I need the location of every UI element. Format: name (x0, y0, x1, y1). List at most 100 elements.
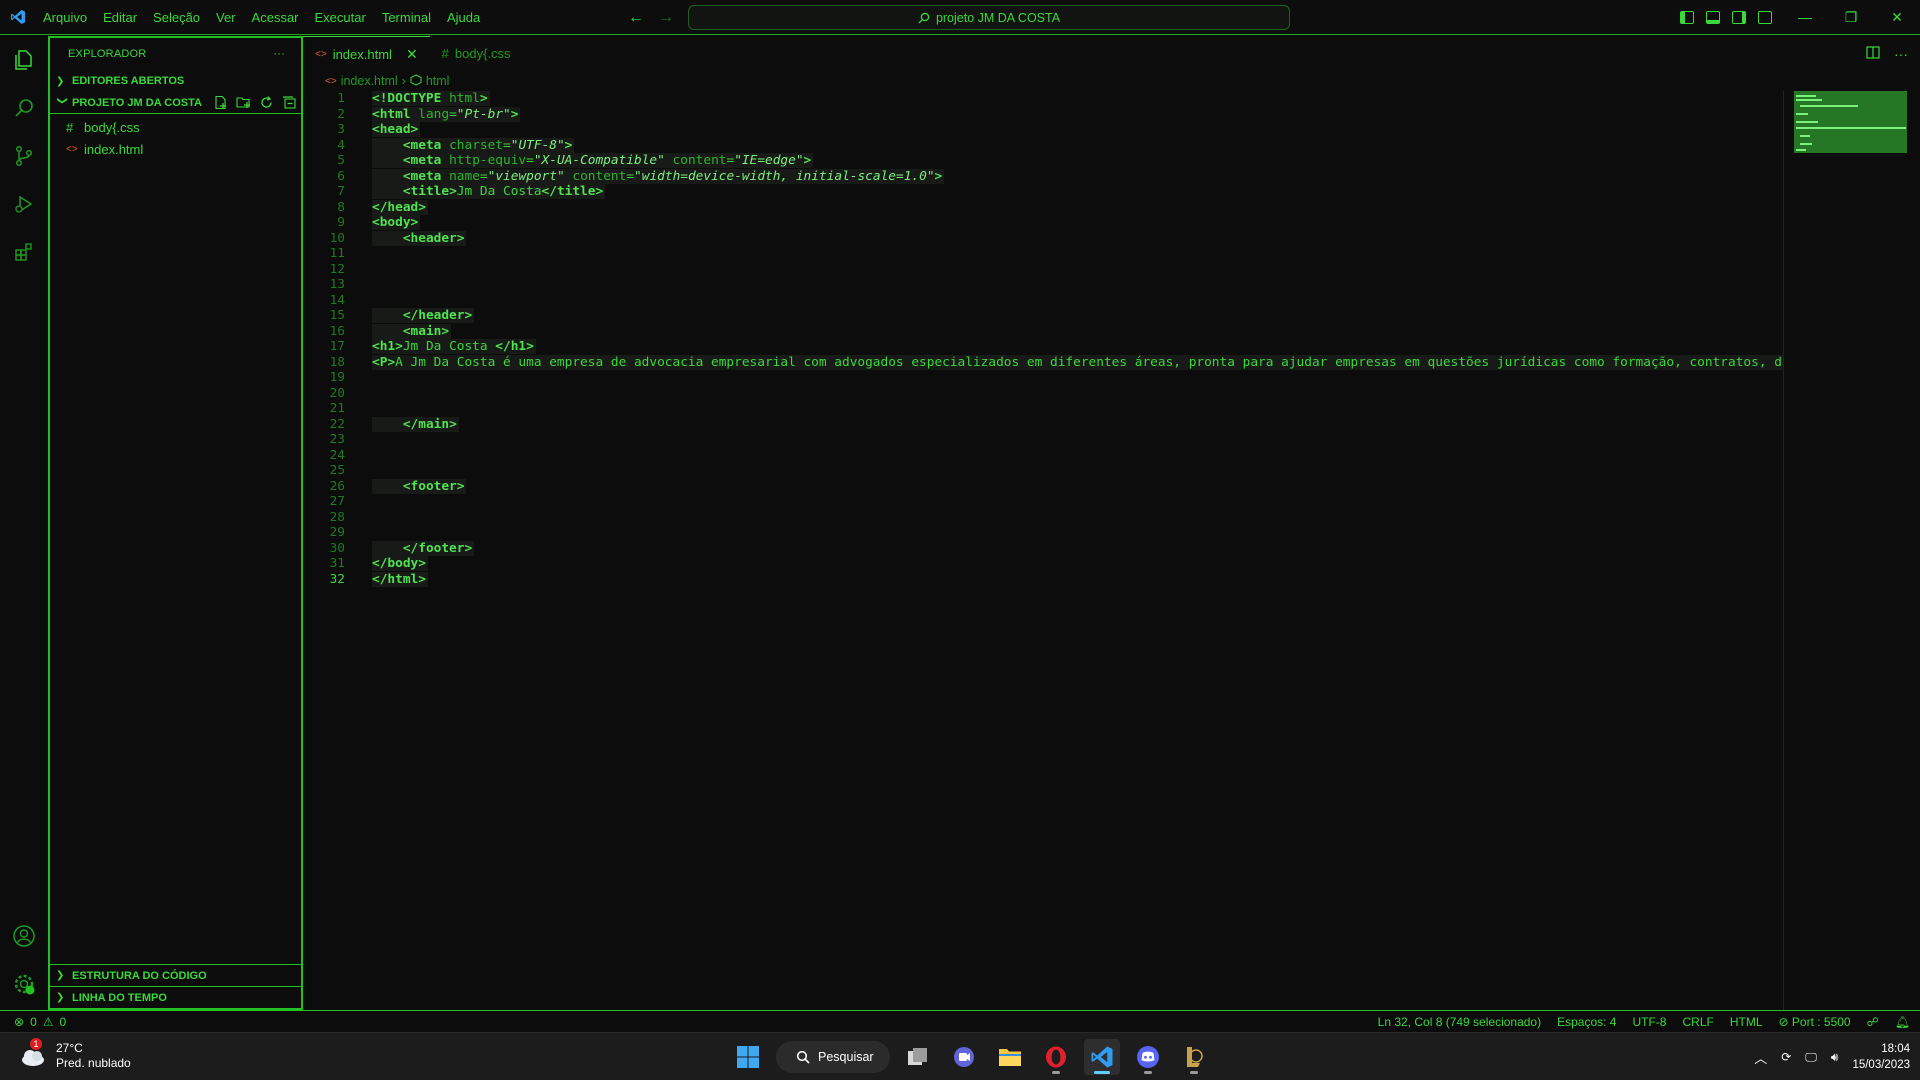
minimap[interactable] (1783, 91, 1920, 1010)
code-line[interactable]: 23 (303, 432, 1783, 448)
code-line[interactable]: 9 <body> (303, 215, 1783, 231)
forward-arrow-icon[interactable]: → (658, 9, 674, 27)
file-item-index-html[interactable]: <> index.html (50, 138, 301, 160)
restore-button[interactable]: ❐ (1828, 0, 1874, 35)
close-tab-icon[interactable]: ✕ (406, 46, 418, 63)
file-explorer-button[interactable] (992, 1039, 1028, 1075)
code-line[interactable]: 3 <head> (303, 122, 1783, 138)
live-server-status[interactable]: ⊘ Port : 5500 (1779, 1015, 1851, 1029)
teams-chat-button[interactable] (946, 1039, 982, 1075)
code-line[interactable]: 2 <html lang="Pt-br"> (303, 106, 1783, 123)
toggle-secondary-sidebar-icon[interactable] (1732, 11, 1746, 24)
project-section[interactable]: ❯ PROJETO JM DA COSTA (50, 92, 301, 114)
menu-item-selecao[interactable]: Seleção (145, 0, 208, 35)
close-window-button[interactable]: ✕ (1874, 0, 1920, 35)
code-line[interactable]: 24 (303, 448, 1783, 464)
cursor-position[interactable]: Ln 32, Col 8 (749 selecionado) (1378, 1015, 1541, 1029)
notifications-bell-icon[interactable]: 🔔︎ (1895, 1015, 1910, 1029)
taskbar-search[interactable]: Pesquisar (776, 1041, 890, 1073)
menu-item-ver[interactable]: Ver (208, 0, 244, 35)
timeline-section[interactable]: ❯ LINHA DO TEMPO (50, 986, 301, 1008)
league-client-button[interactable] (1176, 1039, 1212, 1075)
network-icon[interactable]: 🖵︎ (1805, 1050, 1817, 1065)
indentation[interactable]: Espaços: 4 (1557, 1015, 1616, 1029)
code-line[interactable]: 4 <meta charset="UTF-8"> (303, 137, 1783, 154)
vscode-taskbar-button[interactable] (1084, 1039, 1120, 1075)
code-line[interactable]: 13 (303, 277, 1783, 293)
outline-section[interactable]: ❯ ESTRUTURA DO CÓDIGO (50, 964, 301, 986)
code-line[interactable]: 1 <!DOCTYPE html> (303, 91, 1783, 107)
source-control-icon[interactable] (10, 142, 38, 170)
breadcrumb-node[interactable]: html (426, 74, 450, 88)
breadcrumb-file[interactable]: index.html (341, 74, 398, 88)
start-button[interactable] (730, 1039, 766, 1075)
code-line[interactable]: 12 (303, 262, 1783, 278)
code-line[interactable]: 11 (303, 246, 1783, 262)
toggle-primary-sidebar-icon[interactable] (1680, 11, 1694, 24)
weather-widget[interactable]: 1 27°C Pred. nublado (18, 1038, 131, 1071)
menu-item-ajuda[interactable]: Ajuda (439, 0, 488, 35)
code-line[interactable]: 32 </html> (303, 571, 1783, 588)
file-item-body-css[interactable]: # body{.css (50, 116, 301, 138)
code-line[interactable]: 21 (303, 401, 1783, 417)
feedback-icon[interactable]: ☍ (1867, 1015, 1879, 1029)
code-line[interactable]: 19 (303, 370, 1783, 386)
code-line[interactable]: 5 <meta http-equiv="X-UA-Compatible" con… (303, 153, 1783, 169)
code-line[interactable]: 17 <h1>Jm Da Costa </h1> (303, 339, 1783, 355)
run-debug-icon[interactable] (10, 190, 38, 218)
menu-item-executar[interactable]: Executar (307, 0, 374, 35)
open-editors-section[interactable]: ❯ EDITORES ABERTOS (50, 70, 301, 92)
discord-button[interactable] (1130, 1039, 1166, 1075)
accounts-icon[interactable] (10, 922, 38, 950)
more-actions-icon[interactable]: ··· (273, 48, 285, 60)
menu-item-acessar[interactable]: Acessar (244, 0, 307, 35)
search-activity-icon[interactable] (10, 94, 38, 122)
code-line[interactable]: 6 <meta name="viewport" content="width=d… (303, 168, 1783, 185)
code-line[interactable]: 16 <main> (303, 323, 1783, 340)
menu-item-editar[interactable]: Editar (95, 0, 145, 35)
problems-status[interactable]: ⊗ 0 ⚠ 0 (0, 1015, 66, 1029)
code-line[interactable]: 25 (303, 463, 1783, 479)
code-line[interactable]: 14 (303, 293, 1783, 309)
toggle-panel-icon[interactable] (1706, 11, 1720, 24)
tab-body-css[interactable]: # body{.css (430, 36, 523, 71)
more-actions-icon[interactable]: ··· (1894, 46, 1908, 62)
sync-icon[interactable]: ⟳ (1781, 1050, 1791, 1064)
code-editor[interactable]: 1 <!DOCTYPE html> 2 <html lang="Pt-br"> 3 <he… (303, 91, 1783, 1010)
explorer-icon[interactable] (10, 46, 38, 74)
back-arrow-icon[interactable]: ← (628, 9, 644, 27)
code-line[interactable]: 20 (303, 386, 1783, 402)
code-line[interactable]: 10 <header> (303, 230, 1783, 247)
menu-item-terminal[interactable]: Terminal (374, 0, 439, 35)
new-folder-icon[interactable] (236, 95, 251, 110)
code-line[interactable]: 31 </body> (303, 556, 1783, 572)
show-hidden-icons-icon[interactable]: ︿ (1754, 1048, 1767, 1067)
code-line[interactable]: 8 </head> (303, 199, 1783, 216)
customize-layout-icon[interactable] (1758, 11, 1772, 24)
tab-index-html[interactable]: <> index.html ✕ (303, 36, 430, 71)
clock[interactable]: 18:04 15/03/2023 (1852, 1041, 1910, 1073)
task-view-button[interactable] (900, 1039, 936, 1075)
code-line[interactable]: 26 <footer> (303, 478, 1783, 495)
split-editor-icon[interactable] (1866, 45, 1880, 62)
minimize-button[interactable]: — (1782, 0, 1828, 35)
menu-item-arquivo[interactable]: Arquivo (35, 0, 95, 35)
code-line[interactable]: 22 </main> (303, 416, 1783, 433)
encoding[interactable]: UTF-8 (1632, 1015, 1666, 1029)
new-file-icon[interactable] (213, 95, 228, 110)
line-ending[interactable]: CRLF (1682, 1015, 1713, 1029)
extensions-icon[interactable] (10, 238, 38, 266)
language-mode[interactable]: HTML (1730, 1015, 1763, 1029)
collapse-all-icon[interactable] (282, 95, 297, 110)
manage-gear-icon[interactable] (10, 970, 38, 998)
command-center[interactable]: projeto JM DA COSTA (688, 5, 1290, 30)
code-line[interactable]: 28 (303, 510, 1783, 526)
code-line[interactable]: 7 <title>Jm Da Costa</title> (303, 184, 1783, 200)
code-line[interactable]: 15 </header> (303, 308, 1783, 324)
code-line[interactable]: 29 (303, 525, 1783, 541)
code-line[interactable]: 30 </footer> (303, 540, 1783, 557)
code-line[interactable]: 18 <P>A Jm Da Costa é uma empresa de advo… (303, 354, 1783, 371)
opera-button[interactable] (1038, 1039, 1074, 1075)
volume-icon[interactable]: 🔊︎ (1831, 1050, 1839, 1065)
refresh-icon[interactable] (259, 95, 274, 110)
